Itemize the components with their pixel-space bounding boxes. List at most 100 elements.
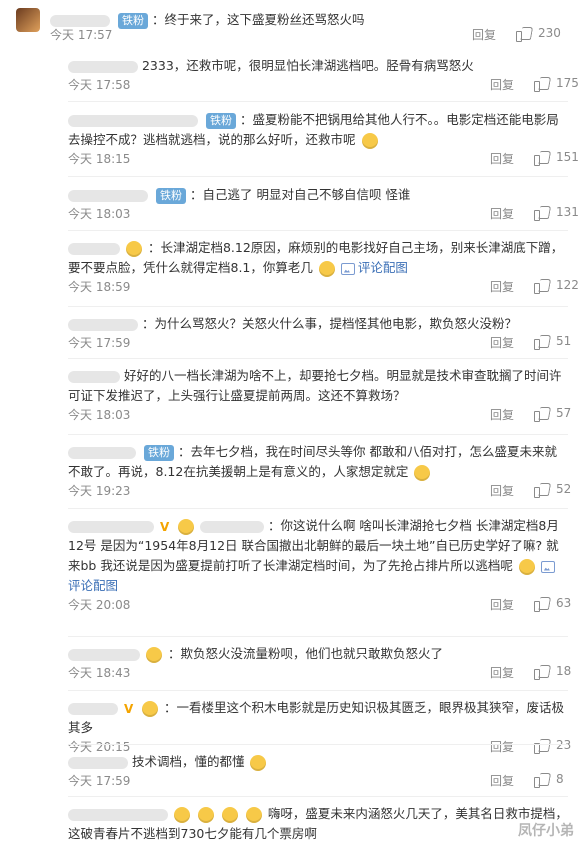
reply-button[interactable]: 回复 <box>490 205 514 222</box>
thumbs-up-icon <box>534 334 550 350</box>
emoji-icon <box>414 464 431 481</box>
comment-thread: 铁粉 ：终于来了，这下盛夏粉丝还骂怒火吗 今天 17:57 回复 230 233… <box>0 0 584 846</box>
divider <box>68 101 568 102</box>
emoji-icon <box>177 518 194 535</box>
emoji-icon <box>245 806 262 823</box>
reply-meta: 今天 17:59 回复 51 <box>68 334 571 354</box>
reply-meta: 今天 18:03 回复 57 <box>68 406 571 426</box>
emoji-icon <box>145 646 162 663</box>
reply-meta: 今天 18:03 回复 131 <box>68 205 579 225</box>
username-blur[interactable] <box>50 14 110 27</box>
fan-badge: 铁粉 <box>143 444 174 461</box>
timestamp: 今天 18:15 <box>68 152 131 166</box>
reply-button[interactable]: 回复 <box>490 150 514 167</box>
watermark: 凤仔小弟 <box>518 823 574 839</box>
emoji-icon <box>141 700 158 717</box>
username-blur[interactable] <box>68 60 138 73</box>
username-blur[interactable] <box>68 808 168 821</box>
reply-item: ：为什么骂怒火？关怒火什么事，提档怪其他电影，欺负怒火没粉？ 今天 17:59 … <box>68 314 571 354</box>
like-button[interactable]: 18 <box>534 664 571 680</box>
like-button[interactable]: 52 <box>534 482 571 498</box>
divider <box>68 176 568 177</box>
comment-meta: 今天 17:57 回复 230 <box>50 26 570 46</box>
reply-text: 铁粉 ：去年七夕档，我在时间尽头等你 都敢和八佰对打，怎么盛夏未来就不敢了。再说… <box>68 444 557 481</box>
thumbs-up-icon <box>534 482 550 498</box>
reply-button[interactable]: 回复 <box>490 772 514 789</box>
divider <box>68 508 568 509</box>
username-blur[interactable] <box>68 648 140 661</box>
reply-meta: 今天 18:15 回复 151 <box>68 150 579 170</box>
like-button[interactable]: 131 <box>534 205 579 221</box>
like-button[interactable]: 51 <box>534 334 571 350</box>
emoji-icon <box>361 132 378 149</box>
reply-text: 2333，还救市呢，很明显怕长津湖逃档吧。胫骨有病骂怒火 <box>68 56 568 76</box>
reply-text: 好好的八一档长津湖为啥不上，却要抢七夕档。明显就是技术审查耽搁了时间许可证下发推… <box>68 368 562 403</box>
reply-item: ：长津湖定档8.12原因，麻烦别的电影找好自己主场，别来长津湖底下蹭，要不要点脸… <box>68 238 579 298</box>
thumbs-up-icon <box>534 205 550 221</box>
emoji-icon <box>125 240 142 257</box>
reply-meta: 今天 18:59 回复 122 <box>68 278 579 298</box>
thumbs-up-icon <box>534 738 550 754</box>
like-button[interactable]: 57 <box>534 406 571 422</box>
like-button[interactable]: 23 <box>534 738 571 754</box>
emoji-icon <box>250 754 267 771</box>
timestamp: 今天 18:03 <box>68 207 131 221</box>
like-count: 230 <box>538 26 561 40</box>
reply-text: ：欺负怒火没流量粉呗，他们也就只敢欺负怒火了 <box>68 644 568 664</box>
like-button[interactable]: 122 <box>534 278 579 294</box>
reply-button[interactable]: 回复 <box>490 482 514 499</box>
comment-text: ：终于来了，这下盛夏粉丝还骂怒火吗 <box>151 12 365 27</box>
username-blur[interactable] <box>68 756 128 769</box>
username-blur[interactable] <box>68 520 154 533</box>
divider <box>68 358 568 359</box>
thumbs-up-icon <box>534 772 550 788</box>
reply-text: V ：你这说什么啊 啥叫长津湖抢七夕档 长津湖定档8月12号 是因为“1954年… <box>68 518 559 593</box>
reply-item: 好好的八一档长津湖为啥不上，却要抢七夕档。明显就是技术审查耽搁了时间许可证下发推… <box>68 366 571 426</box>
image-icon <box>540 560 555 573</box>
like-button[interactable]: 8 <box>534 772 564 788</box>
username-blur[interactable] <box>68 189 148 202</box>
fan-badge: 铁粉 <box>155 187 186 204</box>
username-blur[interactable] <box>68 702 118 715</box>
thumbs-up-icon <box>534 596 550 612</box>
divider <box>68 744 568 745</box>
reply-button[interactable]: 回复 <box>490 596 514 613</box>
reply-button[interactable]: 回复 <box>472 26 496 43</box>
reply-meta: 今天 17:58 回复 175 <box>68 76 579 96</box>
reply-item: 铁粉 ：盛夏粉能不把锅甩给其他人行不。。电影定档还能电影局去操控不成？逃档就逃档… <box>68 110 579 170</box>
like-button[interactable]: 63 <box>534 596 571 612</box>
emoji-icon <box>197 806 214 823</box>
reply-text: 铁粉 ：盛夏粉能不把锅甩给其他人行不。。电影定档还能电影局去操控不成？逃档就逃档… <box>68 112 559 149</box>
reply-button[interactable]: 回复 <box>490 76 514 93</box>
reply-item: 2333，还救市呢，很明显怕长津湖逃档吧。胫骨有病骂怒火 今天 17:58 回复… <box>68 56 579 96</box>
like-button[interactable]: 230 <box>516 26 561 42</box>
verified-icon: V <box>123 701 134 716</box>
reply-item: V ：你这说什么啊 啥叫长津湖抢七夕档 长津湖定档8月12号 是因为“1954年… <box>68 516 571 616</box>
username-blur[interactable] <box>68 370 120 383</box>
username-blur[interactable] <box>68 318 138 331</box>
fan-badge: 铁粉 <box>205 112 236 129</box>
reply-text: V ：一看楼里这个积木电影就是历史知识极其匮乏，眼界极其狭窄，废话极其多 <box>68 700 564 735</box>
comment-image-link[interactable]: 评论配图 <box>340 260 408 275</box>
reply-button[interactable]: 回复 <box>490 406 514 423</box>
reply-text: ：为什么骂怒火？关怒火什么事，提档怪其他电影，欺负怒火没粉？ <box>68 314 568 334</box>
thumbs-up-icon <box>534 664 550 680</box>
timestamp: 今天 20:08 <box>68 598 131 612</box>
reply-item: 铁粉 ：自己逃了 明显对自己不够自信呗 怪谁 今天 18:03 回复 131 <box>68 185 579 225</box>
emoji-icon <box>173 806 190 823</box>
reply-button[interactable]: 回复 <box>490 334 514 351</box>
like-button[interactable]: 151 <box>534 150 579 166</box>
reply-meta: 今天 20:08 回复 63 <box>68 596 571 616</box>
timestamp: 今天 18:43 <box>68 666 131 680</box>
username-blur[interactable] <box>68 242 120 255</box>
avatar[interactable] <box>16 8 40 32</box>
emoji-icon <box>318 260 335 277</box>
reply-button[interactable]: 回复 <box>490 664 514 681</box>
username-blur[interactable] <box>68 446 136 459</box>
reply-meta: 今天 18:43 回复 18 <box>68 664 571 684</box>
username-blur[interactable] <box>68 114 198 127</box>
like-button[interactable]: 175 <box>534 76 579 92</box>
thumbs-up-icon <box>534 76 550 92</box>
reply-button[interactable]: 回复 <box>490 278 514 295</box>
mentioned-user-blur[interactable] <box>199 520 264 533</box>
